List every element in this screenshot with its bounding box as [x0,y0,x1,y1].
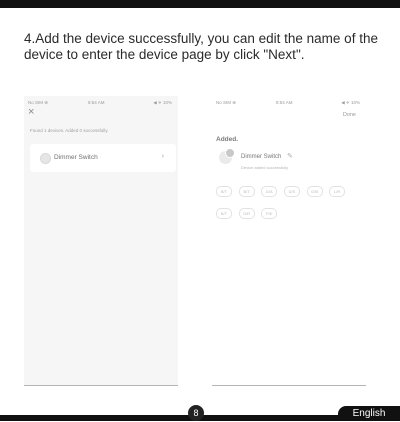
done-button[interactable]: Done [343,112,356,118]
status-bar: No SIM ⊕ 8:54 AM ◀ ✈ 10% [212,96,366,108]
device-card[interactable]: Dimmer Switch › [30,144,176,172]
room-chip[interactable]: D/A [261,186,278,197]
time-text: 8:54 AM [88,100,105,105]
language-tab: English [338,406,400,421]
bulb-icon [40,153,51,164]
page-number: 8 [188,405,204,421]
check-icon [225,148,235,158]
edit-icon[interactable]: ✎ [287,152,293,160]
chevron-right-icon: › [161,153,164,160]
room-chip[interactable]: B/T [238,186,255,197]
close-icon[interactable]: × [28,107,34,118]
room-chip[interactable]: B/T [216,208,232,219]
added-device-name: Dimmer Switch [241,154,282,160]
battery-text: ◀ ✈ 10% [341,100,360,105]
device-status-text: Device added successfully [241,165,289,170]
phone-screenshot-left: No SIM ⊕ 8:54 AM ◀ ✈ 10% × Found 1 devic… [24,96,178,386]
room-chip[interactable]: L/R [329,186,346,197]
instruction-text: 4.Add the device successfully, you can e… [24,31,378,62]
time-text: 8:54 AM [276,100,293,105]
found-devices-text: Found 1 devices. Added 0 successfully. [30,128,109,133]
room-chip[interactable]: P/E [261,208,278,219]
room-chip[interactable]: B/T [216,186,232,197]
device-name: Dimmer Switch [54,154,98,161]
room-chip[interactable]: O/B [306,186,323,197]
added-heading: Added. [216,136,239,143]
carrier-text: No SIM ⊕ [216,100,237,105]
top-bar [0,0,400,8]
screen-bottom-line [212,385,366,386]
phone-screenshot-right: No SIM ⊕ 8:54 AM ◀ ✈ 10% Done Added. Dim… [212,96,366,386]
room-chip[interactable]: G/R [238,208,255,219]
room-chip[interactable]: D/S [283,186,300,197]
status-bar: No SIM ⊕ 8:54 AM ◀ ✈ 10% [24,96,178,108]
screen-bottom-line [24,385,178,386]
battery-text: ◀ ✈ 10% [153,100,172,105]
room-chips: B/T B/T D/A D/S O/B L/R B/T G/R P/E [216,180,366,224]
